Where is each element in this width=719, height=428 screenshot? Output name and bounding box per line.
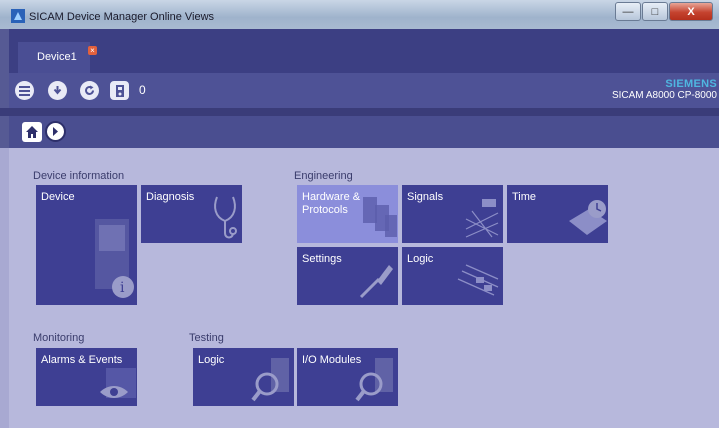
forward-button[interactable] [45,121,66,142]
tile-label: Hardware & Protocols [302,191,361,216]
tab-device1[interactable]: Device1 × [18,42,97,73]
download-icon[interactable] [48,81,67,100]
tile-label: Signals [407,191,444,203]
tile-label: Device [41,191,75,203]
window-title: SICAM Device Manager Online Views [29,11,215,23]
tile-label: Settings [302,253,342,265]
stethoscope-icon [214,196,237,239]
maximize-button[interactable]: □ [642,2,668,21]
section-title-monitoring: Monitoring [33,332,85,344]
tile-alarms-events[interactable]: Alarms & Events [36,348,137,406]
tile-io-modules[interactable]: I/O Modules [297,348,398,406]
device-info-icon: i [95,219,134,298]
tile-label: Logic [198,354,225,366]
section-title-engineering: Engineering [294,170,353,182]
hardware-icon [363,197,397,237]
refresh-icon[interactable] [80,81,99,100]
tab-bar: Device1 × [0,29,719,73]
toolbar: 0 SIEMENS SICAM A8000 CP-8000 [0,73,719,108]
svg-text:i: i [120,280,125,296]
time-icon [569,200,607,235]
window-titlebar: SICAM Device Manager Online Views — □ X [0,0,719,29]
app-icon [11,9,25,23]
alarm-eye-icon [100,368,136,398]
connection-count: 0 [139,83,146,97]
tile-logic-testing[interactable]: Logic [193,348,294,406]
siemens-logo: SIEMENS [665,78,717,90]
tile-label: Diagnosis [146,191,195,203]
window-controls: — □ X [614,2,713,21]
device-model: SICAM A8000 CP-8000 [611,90,717,101]
signals-icon [465,199,499,238]
logic-icon [457,264,499,296]
tile-diagnosis[interactable]: Diagnosis [141,185,242,243]
tile-settings[interactable]: Settings [297,247,398,305]
tile-logic-engineering[interactable]: Logic [402,247,503,305]
minimize-button[interactable]: — [615,2,641,21]
brand-block: SIEMENS SICAM A8000 CP-8000 [611,78,717,102]
chevron-right-icon [53,127,58,136]
close-window-button[interactable]: X [669,2,713,21]
device-connection-icon[interactable] [110,81,129,100]
tile-hardware-protocols[interactable]: Hardware & Protocols [297,185,398,243]
section-title-device-information: Device information [33,170,125,182]
tile-label: Time [512,191,537,203]
screwdriver-icon [359,265,393,299]
test-logic-icon [251,358,289,402]
tile-signals[interactable]: Signals [402,185,503,243]
io-test-icon [355,358,393,402]
home-icon [26,126,38,138]
tile-time[interactable]: Time [507,185,608,243]
navigation-bar [0,116,719,148]
tab-label: Device1 [37,51,77,63]
tile-device[interactable]: Device i [36,185,137,305]
tile-label: Logic [407,253,434,265]
home-button[interactable] [22,122,42,142]
tab-close-icon[interactable]: × [88,46,97,55]
separator-strip [0,108,719,116]
menu-icon[interactable] [15,81,34,100]
section-title-testing: Testing [189,332,224,344]
